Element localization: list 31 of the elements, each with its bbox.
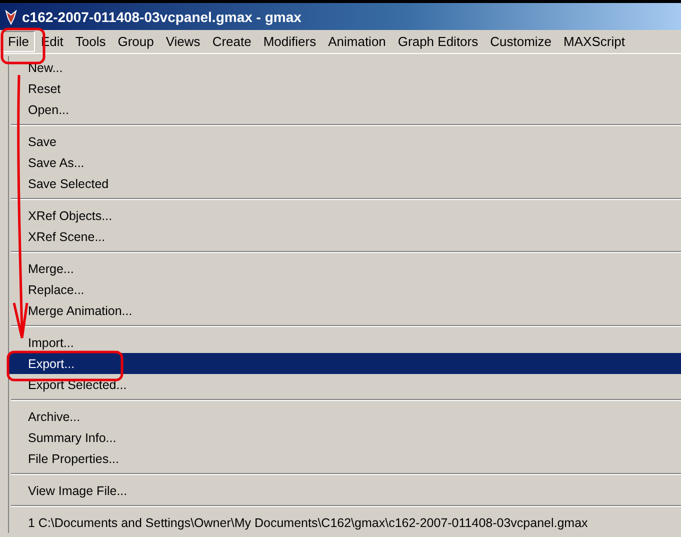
- menu-item[interactable]: Merge...: [9, 258, 681, 279]
- menu-title[interactable]: File: [2, 31, 35, 52]
- menu-item[interactable]: XRef Scene...: [9, 226, 681, 247]
- menu-item[interactable]: 1 C:\Documents and Settings\Owner\My Documents\C162\gmax\c162-2007-011408-03vcpanel.gmax: [9, 512, 681, 533]
- menu-title[interactable]: Group: [112, 31, 160, 52]
- menu-item[interactable]: Save: [9, 131, 681, 152]
- menu-item[interactable]: Merge Animation...: [9, 300, 681, 321]
- menu-title[interactable]: Customize: [484, 31, 558, 52]
- menu-item[interactable]: New...: [9, 57, 681, 78]
- menu-item[interactable]: Save Selected: [9, 173, 681, 194]
- menu-item[interactable]: Save As...: [9, 152, 681, 173]
- menu-title[interactable]: Views: [160, 31, 206, 52]
- menu-item[interactable]: Reset: [9, 78, 681, 99]
- menu-title[interactable]: Graph Editors: [392, 31, 484, 52]
- app-icon: [4, 8, 18, 24]
- menu-item[interactable]: File Properties...: [9, 448, 681, 469]
- menu-title[interactable]: Modifiers: [257, 31, 322, 52]
- menu-title[interactable]: Animation: [322, 31, 392, 52]
- menu-title[interactable]: Tools: [69, 31, 112, 52]
- menu-title[interactable]: MAXScript: [558, 31, 631, 52]
- menu-item[interactable]: XRef Objects...: [9, 205, 681, 226]
- menu-item[interactable]: Export...: [9, 353, 681, 374]
- menu-item[interactable]: View Image File...: [9, 480, 681, 501]
- window-title: c162-2007-011408-03vcpanel.gmax - gmax: [22, 8, 302, 24]
- menu-item[interactable]: Replace...: [9, 279, 681, 300]
- menu-item[interactable]: Summary Info...: [9, 427, 681, 448]
- menu-item[interactable]: Open...: [9, 99, 681, 120]
- menu-item[interactable]: Export Selected...: [9, 374, 681, 395]
- menu-title[interactable]: Create: [206, 31, 258, 52]
- menu-item[interactable]: Archive...: [9, 406, 681, 427]
- menu-item[interactable]: Import...: [9, 332, 681, 353]
